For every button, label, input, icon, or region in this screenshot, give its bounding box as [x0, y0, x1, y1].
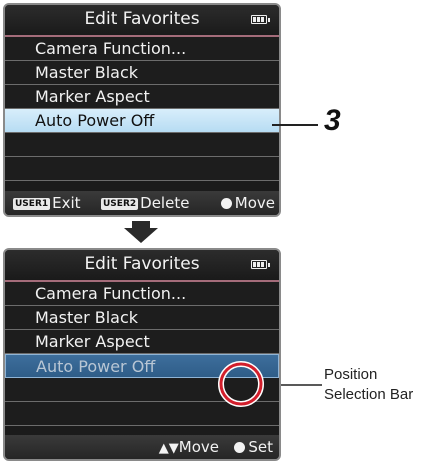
list-item-camera-function[interactable]: Camera Function...: [5, 282, 279, 306]
title-bar: Edit Favorites: [5, 250, 279, 282]
move-guide[interactable]: ▲▼Move: [158, 435, 219, 459]
up-down-arrows-icon: ▲▼: [158, 441, 179, 456]
position-label-line2: Selection Bar: [324, 386, 414, 403]
list-item-master-black[interactable]: Master Black: [5, 306, 279, 330]
list-item-empty: [5, 402, 279, 426]
position-selection-bar[interactable]: Auto Power Off: [5, 354, 279, 378]
position-label-line1: Position: [324, 366, 378, 383]
screen-title: Edit Favorites: [84, 254, 200, 274]
button-guide-bar: ▲▼Move Set: [5, 435, 279, 459]
list-item-marker-aspect[interactable]: Marker Aspect: [5, 330, 279, 354]
edit-favorites-screen-2: Edit Favorites Camera Function... Master…: [3, 248, 281, 461]
favorites-list: Camera Function... Master Black Marker A…: [5, 282, 279, 426]
move-label: Move: [178, 438, 219, 456]
battery-icon: [251, 260, 270, 269]
set-dial-icon: [234, 442, 246, 453]
down-arrow-icon: [124, 221, 158, 243]
step-number: 3: [324, 104, 341, 137]
set-label: Set: [248, 438, 273, 456]
set-guide[interactable]: Set: [234, 435, 273, 459]
list-item-empty: [5, 378, 279, 402]
